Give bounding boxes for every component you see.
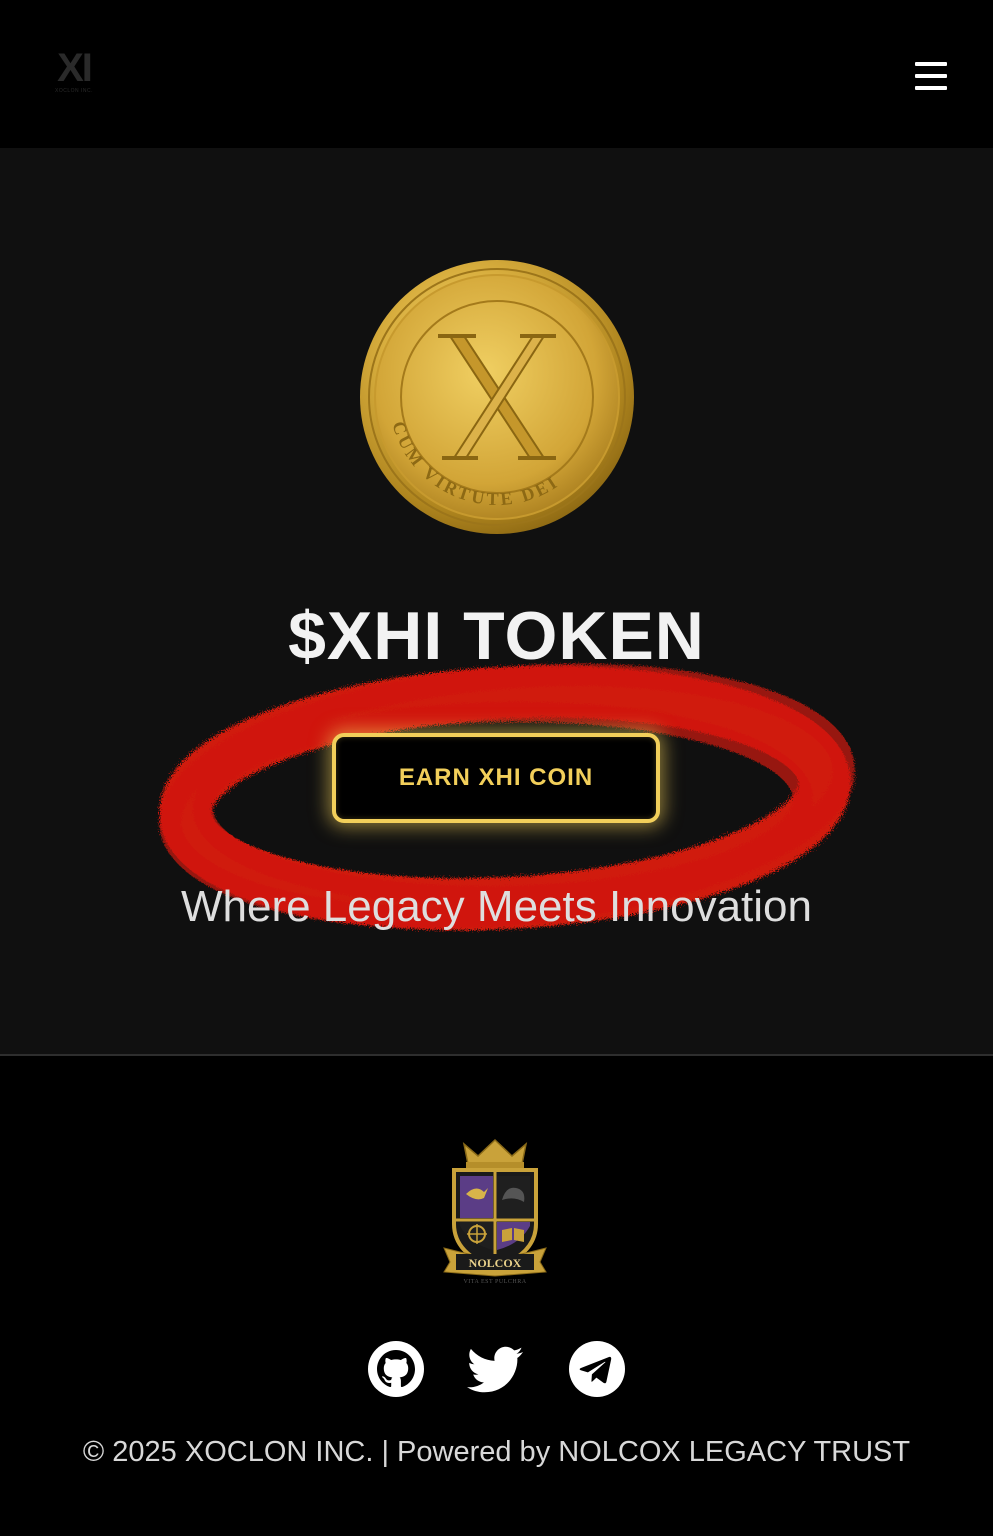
- nolcox-crest-image: NOLCOX VITA EST PULCHRA: [443, 1138, 547, 1285]
- logo-subtitle: XOCLON INC.: [54, 88, 93, 94]
- site-footer: NOLCOX VITA EST PULCHRA © 2025 XOCLON IN…: [0, 1056, 993, 1536]
- site-header: XI XOCLON INC.: [0, 0, 993, 148]
- menu-bar-middle: [915, 74, 947, 78]
- hamburger-menu-icon[interactable]: [910, 56, 952, 96]
- menu-bar-top: [915, 62, 947, 66]
- tagline: Where Legacy Meets Innovation: [180, 882, 813, 931]
- token-title: $XHI TOKEN: [288, 598, 705, 674]
- crest-banner-text: NOLCOX: [469, 1256, 522, 1270]
- xi-logo[interactable]: XI XOCLON INC.: [48, 48, 100, 98]
- hero-section: CUM VIRTUTE DEI $XHI TOKEN EARN XHI COIN…: [0, 148, 993, 1056]
- copyright-text: © 2025 XOCLON INC. | Powered by NOLCOX L…: [82, 1436, 911, 1468]
- logo-mark: XI: [57, 46, 93, 90]
- menu-bar-bottom: [915, 86, 947, 90]
- social-links: [0, 1340, 993, 1400]
- crest-motto: VITA EST PULCHRA: [463, 1279, 526, 1285]
- earn-xhi-coin-button[interactable]: EARN XHI COIN: [332, 733, 660, 823]
- github-icon[interactable]: [367, 1340, 425, 1398]
- gold-coin-image: CUM VIRTUTE DEI: [360, 260, 634, 534]
- twitter-icon[interactable]: [467, 1340, 525, 1398]
- telegram-icon[interactable]: [568, 1340, 626, 1398]
